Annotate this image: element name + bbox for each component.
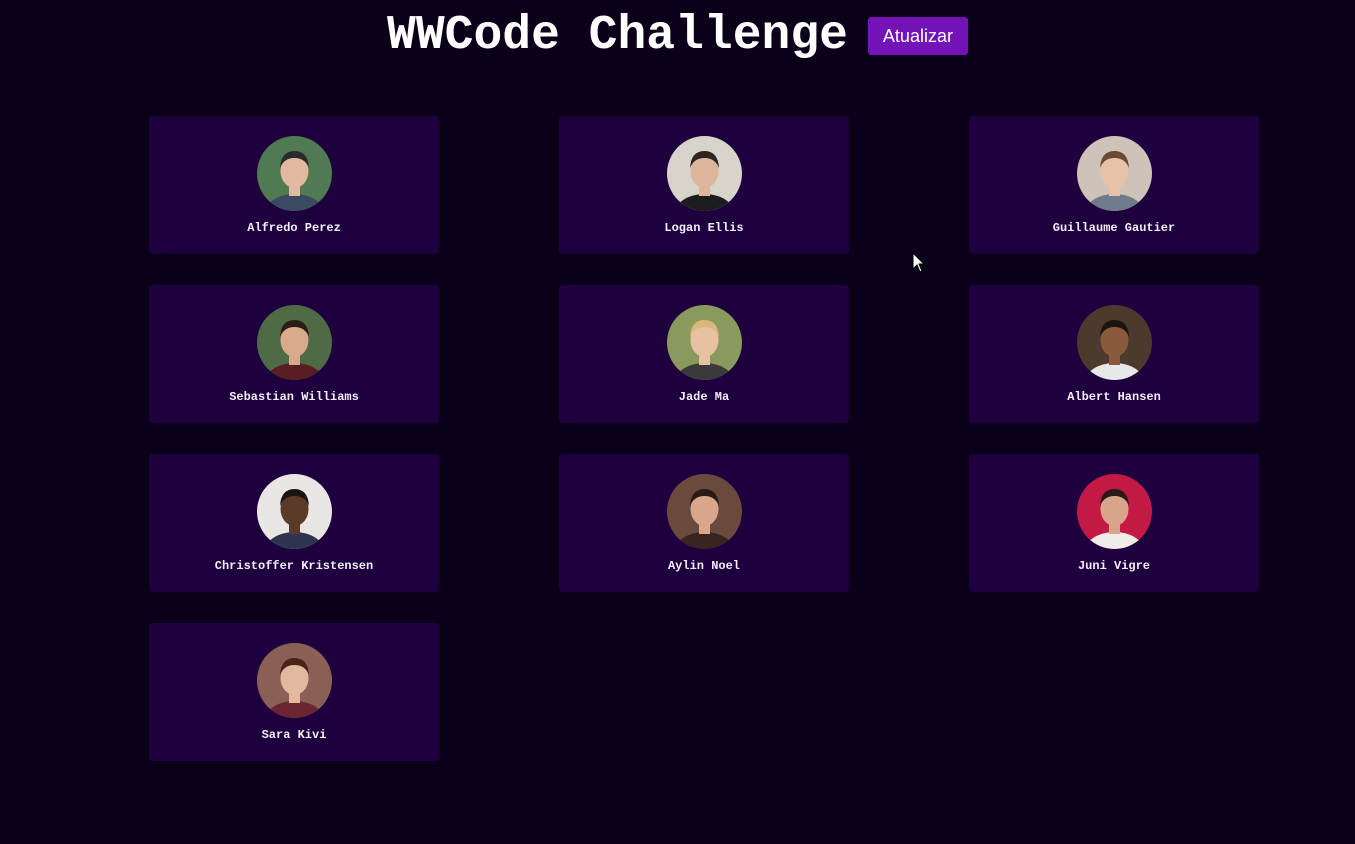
avatar <box>666 305 742 380</box>
person-card[interactable]: Sara Kivi <box>149 623 439 761</box>
person-name: Christoffer Kristensen <box>214 559 374 573</box>
avatar <box>1076 474 1152 549</box>
avatar <box>666 136 742 211</box>
avatar <box>256 136 332 211</box>
person-name: Alfredo Perez <box>247 221 341 235</box>
person-card[interactable]: Alfredo Perez <box>149 116 439 254</box>
mouse-cursor-icon <box>912 252 926 273</box>
person-card[interactable]: Sebastian Williams <box>149 285 439 423</box>
avatar <box>256 474 332 549</box>
avatar <box>1076 136 1152 211</box>
person-name: Jade Ma <box>678 390 730 404</box>
header: WWCode Challenge Atualizar <box>0 0 1355 72</box>
person-card[interactable]: Logan Ellis <box>559 116 849 254</box>
avatar <box>256 305 332 380</box>
avatar <box>666 474 742 549</box>
person-name: Aylin Noel <box>667 559 740 573</box>
person-name: Albert Hansen <box>1067 390 1161 404</box>
person-name: Juni Vigre <box>1077 559 1150 573</box>
person-card[interactable]: Guillaume Gautier <box>969 116 1259 254</box>
people-grid: Alfredo Perez Logan Ellis Guillaume Gautie… <box>149 116 1259 761</box>
person-card[interactable]: Christoffer Kristensen <box>149 454 439 592</box>
refresh-button[interactable]: Atualizar <box>867 17 968 55</box>
person-name: Logan Ellis <box>664 221 744 235</box>
person-card[interactable]: Aylin Noel <box>559 454 849 592</box>
person-name: Sara Kivi <box>261 728 327 742</box>
page-title: WWCode Challenge <box>387 9 848 63</box>
person-name: Guillaume Gautier <box>1052 221 1176 235</box>
person-card[interactable]: Albert Hansen <box>969 285 1259 423</box>
avatar <box>1076 305 1152 380</box>
person-card[interactable]: Jade Ma <box>559 285 849 423</box>
avatar <box>256 643 332 718</box>
person-card[interactable]: Juni Vigre <box>969 454 1259 592</box>
person-name: Sebastian Williams <box>229 390 359 404</box>
